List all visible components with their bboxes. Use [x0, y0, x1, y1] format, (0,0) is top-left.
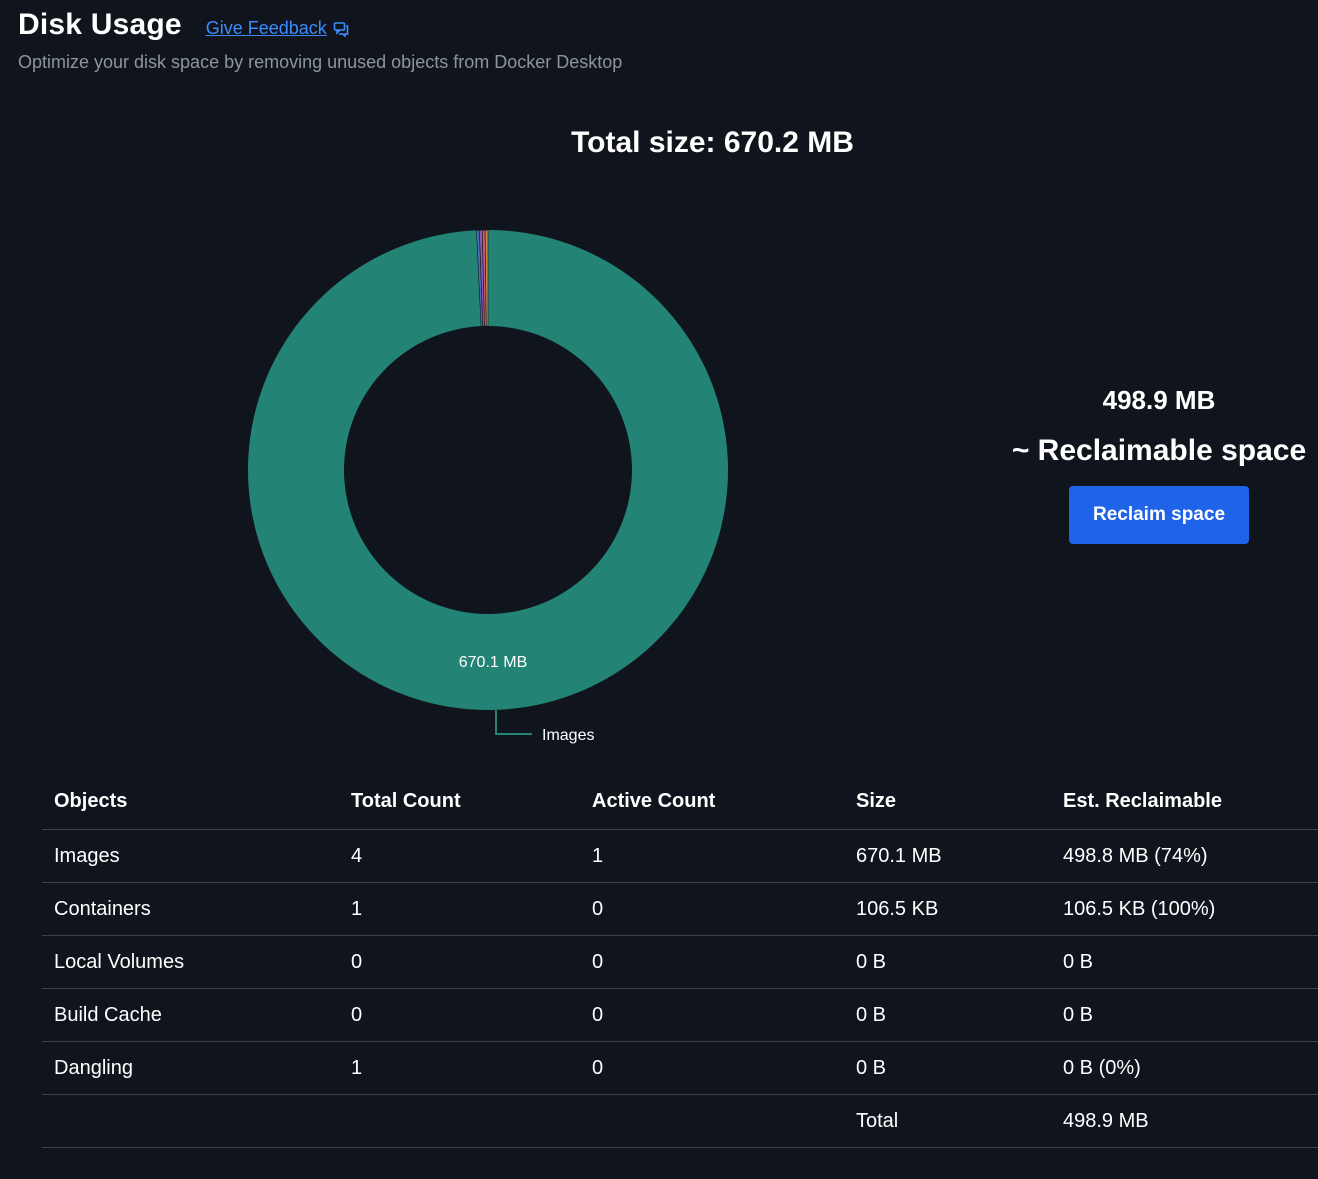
table-cell — [339, 1094, 580, 1148]
table-cell: Dangling — [42, 1041, 339, 1095]
table-cell: 0 — [339, 935, 580, 989]
give-feedback-label: Give Feedback — [205, 18, 327, 38]
give-feedback-link[interactable]: Give Feedback — [206, 18, 349, 39]
callout-label: Images — [542, 727, 594, 744]
table-cell: 1 — [339, 882, 580, 936]
table-cell: 0 B — [844, 1041, 1051, 1095]
table-cell: 4 — [339, 829, 580, 883]
table-cell: 106.5 KB — [844, 882, 1051, 936]
page-subtitle: Optimize your disk space by removing unu… — [18, 52, 623, 72]
disk-usage-page: Disk Usage Give Feedback Optimize your d… — [0, 0, 1318, 1179]
table-cell: 498.9 MB — [1051, 1094, 1318, 1148]
table-cell: 670.1 MB — [844, 829, 1051, 883]
page-title: Disk Usage — [18, 8, 182, 41]
table-cell: 0 — [339, 988, 580, 1042]
table-cell: 0 B — [844, 935, 1051, 989]
table-cell — [42, 1094, 339, 1148]
table-cell: 0 — [580, 935, 844, 989]
table-total-row: Total 498.9 MB — [42, 1094, 1318, 1148]
table-cell: Containers — [42, 882, 339, 936]
column-header: Size — [844, 773, 1051, 830]
table-cell: 0 — [580, 1041, 844, 1095]
feedback-icon — [333, 21, 349, 37]
reclaimable-panel: 498.9 MB ~ Reclaimable space Reclaim spa… — [1000, 385, 1318, 544]
table-row: Containers 1 0 106.5 KB 106.5 KB (100%) — [42, 882, 1318, 936]
table-row: Local Volumes 0 0 0 B0 B — [42, 935, 1318, 989]
column-header: Est. Reclaimable — [1051, 773, 1318, 830]
table-cell: 0 B — [1051, 935, 1318, 989]
table-cell: Total — [844, 1094, 1051, 1148]
table-header-row: Objects Total Count Active Count Size Est. R… — [42, 773, 1318, 830]
table-cell: 0 — [580, 882, 844, 936]
table-cell: 0 B (0%) — [1051, 1041, 1318, 1095]
table-cell: Local Volumes — [42, 935, 339, 989]
table-cell: 0 B — [1051, 988, 1318, 1042]
table-cell: 498.8 MB (74%) — [1051, 829, 1318, 883]
reclaimable-amount: 498.9 MB — [1102, 385, 1216, 415]
table-cell: 0 B — [844, 988, 1051, 1042]
table-cell: 1 — [339, 1041, 580, 1095]
table-row: Images 4 1 670.1 MB 498.8 MB (74%) — [42, 829, 1318, 883]
column-header: Active Count — [580, 773, 844, 830]
title-row: Disk Usage Give Feedback — [18, 8, 622, 42]
disk-usage-donut-chart: 670.1 MB Images — [232, 214, 752, 754]
table-row: Build Cache 0 0 0 B0 B — [42, 988, 1318, 1042]
disk-usage-table: Objects Total Count Active Count Size Est. R… — [42, 773, 1318, 1148]
reclaimable-label: ~ Reclaimable space — [1011, 434, 1307, 467]
slice-value-label: 670.1 MB — [459, 654, 527, 671]
table-body: Images 4 1 670.1 MB 498.8 MB (74%) Containers… — [42, 829, 1318, 1148]
disk-usage-table-container: Objects Total Count Active Count Size Est. R… — [42, 773, 1318, 1148]
column-header: Total Count — [339, 773, 580, 830]
column-header: Objects — [42, 773, 339, 830]
table-cell — [580, 1094, 844, 1148]
page-header: Disk Usage Give Feedback Optimize your d… — [18, 8, 622, 73]
table-cell: 1 — [580, 829, 844, 883]
total-size-heading: Total size: 670.2 MB — [571, 126, 854, 159]
table-row: Dangling 1 0 0 B0 B (0%) — [42, 1041, 1318, 1095]
table-cell: Build Cache — [42, 988, 339, 1042]
table-cell: 0 — [580, 988, 844, 1042]
table-cell: 106.5 KB (100%) — [1051, 882, 1318, 936]
callout-line — [495, 710, 532, 735]
table-cell: Images — [42, 829, 339, 883]
reclaim-space-button[interactable]: Reclaim space — [1069, 486, 1249, 544]
